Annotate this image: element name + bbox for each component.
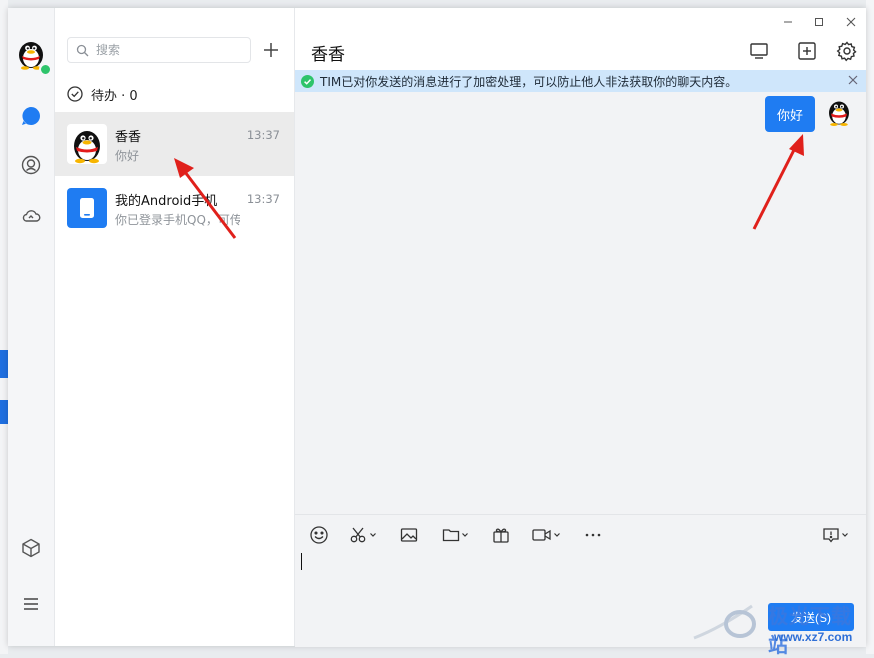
conversation-preview: 你已登录手机QQ，可传 bbox=[115, 213, 240, 227]
more-dots-icon bbox=[585, 533, 601, 537]
notice-close-icon[interactable] bbox=[846, 73, 860, 87]
background-bar bbox=[0, 400, 8, 424]
desktop-background-right bbox=[866, 0, 874, 654]
add-member-icon[interactable] bbox=[796, 40, 818, 62]
add-icon[interactable] bbox=[261, 40, 281, 60]
notice-text: TIM已对你发送的消息进行了加密处理，可以防止他人非法获取你的聊天内容。 bbox=[320, 74, 738, 89]
chat-header: 香香 bbox=[295, 8, 866, 70]
conversation-item-xiangxiang[interactable]: 香香 13:37 你好 bbox=[55, 112, 294, 176]
settings-gear-icon[interactable] bbox=[836, 40, 858, 62]
close-button[interactable] bbox=[840, 12, 862, 32]
tim-window: 待办 · 0 香香 13:37 你好 我的Android手机 13:37 bbox=[8, 8, 866, 647]
background-bar bbox=[0, 350, 8, 378]
minimize-button[interactable] bbox=[777, 12, 799, 32]
image-icon bbox=[400, 528, 418, 542]
conversation-name: 我的Android手机 bbox=[115, 194, 218, 209]
cube-icon[interactable] bbox=[19, 536, 43, 560]
chevron-down-icon bbox=[842, 533, 848, 537]
chat-panel: 香香 TIM已对你发送的消息进行了加密处理，可以防止他人非法获取你的聊天内容。 … bbox=[295, 8, 866, 647]
menu-icon[interactable] bbox=[19, 592, 43, 616]
screenshot-button[interactable] bbox=[349, 525, 377, 545]
sender-avatar[interactable] bbox=[824, 96, 854, 126]
conversation-item-android[interactable]: 我的Android手机 13:37 你已登录手机QQ，可传 bbox=[55, 176, 294, 240]
todo-label: 待办 · 0 bbox=[91, 88, 138, 104]
screen-share-icon[interactable] bbox=[748, 40, 770, 62]
cloud-icon[interactable] bbox=[19, 204, 43, 228]
folder-icon bbox=[442, 529, 460, 542]
online-status-dot bbox=[39, 63, 52, 76]
text-input-caret[interactable] bbox=[301, 553, 302, 570]
gift-button[interactable] bbox=[491, 525, 511, 545]
nav-rail bbox=[8, 8, 55, 646]
chat-history-icon bbox=[823, 528, 839, 543]
conversation-name: 香香 bbox=[115, 130, 142, 145]
conversation-time: 13:37 bbox=[246, 192, 280, 206]
input-area: 发送(S) bbox=[295, 514, 866, 647]
send-button[interactable]: 发送(S) bbox=[768, 603, 854, 631]
chevron-down-icon bbox=[370, 533, 376, 537]
search-input[interactable] bbox=[94, 42, 238, 58]
check-circle-icon bbox=[67, 86, 83, 102]
chat-title: 香香 bbox=[311, 45, 345, 65]
message-icon[interactable] bbox=[19, 104, 43, 128]
todo-filter[interactable]: 待办 · 0 bbox=[67, 84, 138, 104]
search-box[interactable] bbox=[67, 37, 251, 63]
image-button[interactable] bbox=[399, 525, 419, 545]
emoji-button[interactable] bbox=[309, 525, 329, 545]
emoji-icon bbox=[310, 526, 328, 544]
chevron-down-icon bbox=[554, 533, 560, 537]
message-area: 你好 bbox=[295, 92, 866, 514]
encryption-notice: TIM已对你发送的消息进行了加密处理，可以防止他人非法获取你的聊天内容。 bbox=[295, 70, 866, 92]
success-check-icon bbox=[301, 74, 314, 88]
contacts-icon[interactable] bbox=[19, 153, 43, 177]
desktop-background-left bbox=[0, 0, 8, 654]
conversation-list: 待办 · 0 香香 13:37 你好 我的Android手机 13:37 bbox=[55, 8, 295, 646]
search-icon bbox=[76, 44, 89, 56]
more-button[interactable] bbox=[583, 525, 603, 545]
gift-icon bbox=[493, 528, 509, 543]
chevron-down-icon bbox=[462, 533, 468, 537]
phone-icon bbox=[67, 188, 107, 228]
contact-avatar bbox=[67, 124, 107, 164]
video-call-button[interactable] bbox=[531, 525, 561, 545]
video-camera-icon bbox=[532, 529, 551, 541]
message-bubble[interactable]: 你好 bbox=[764, 96, 815, 132]
conversation-preview: 你好 bbox=[115, 149, 140, 163]
conversation-time: 13:37 bbox=[246, 128, 280, 142]
file-button[interactable] bbox=[441, 525, 469, 545]
history-button[interactable] bbox=[821, 525, 849, 545]
maximize-button[interactable] bbox=[808, 12, 830, 32]
scissors-icon bbox=[350, 527, 366, 543]
